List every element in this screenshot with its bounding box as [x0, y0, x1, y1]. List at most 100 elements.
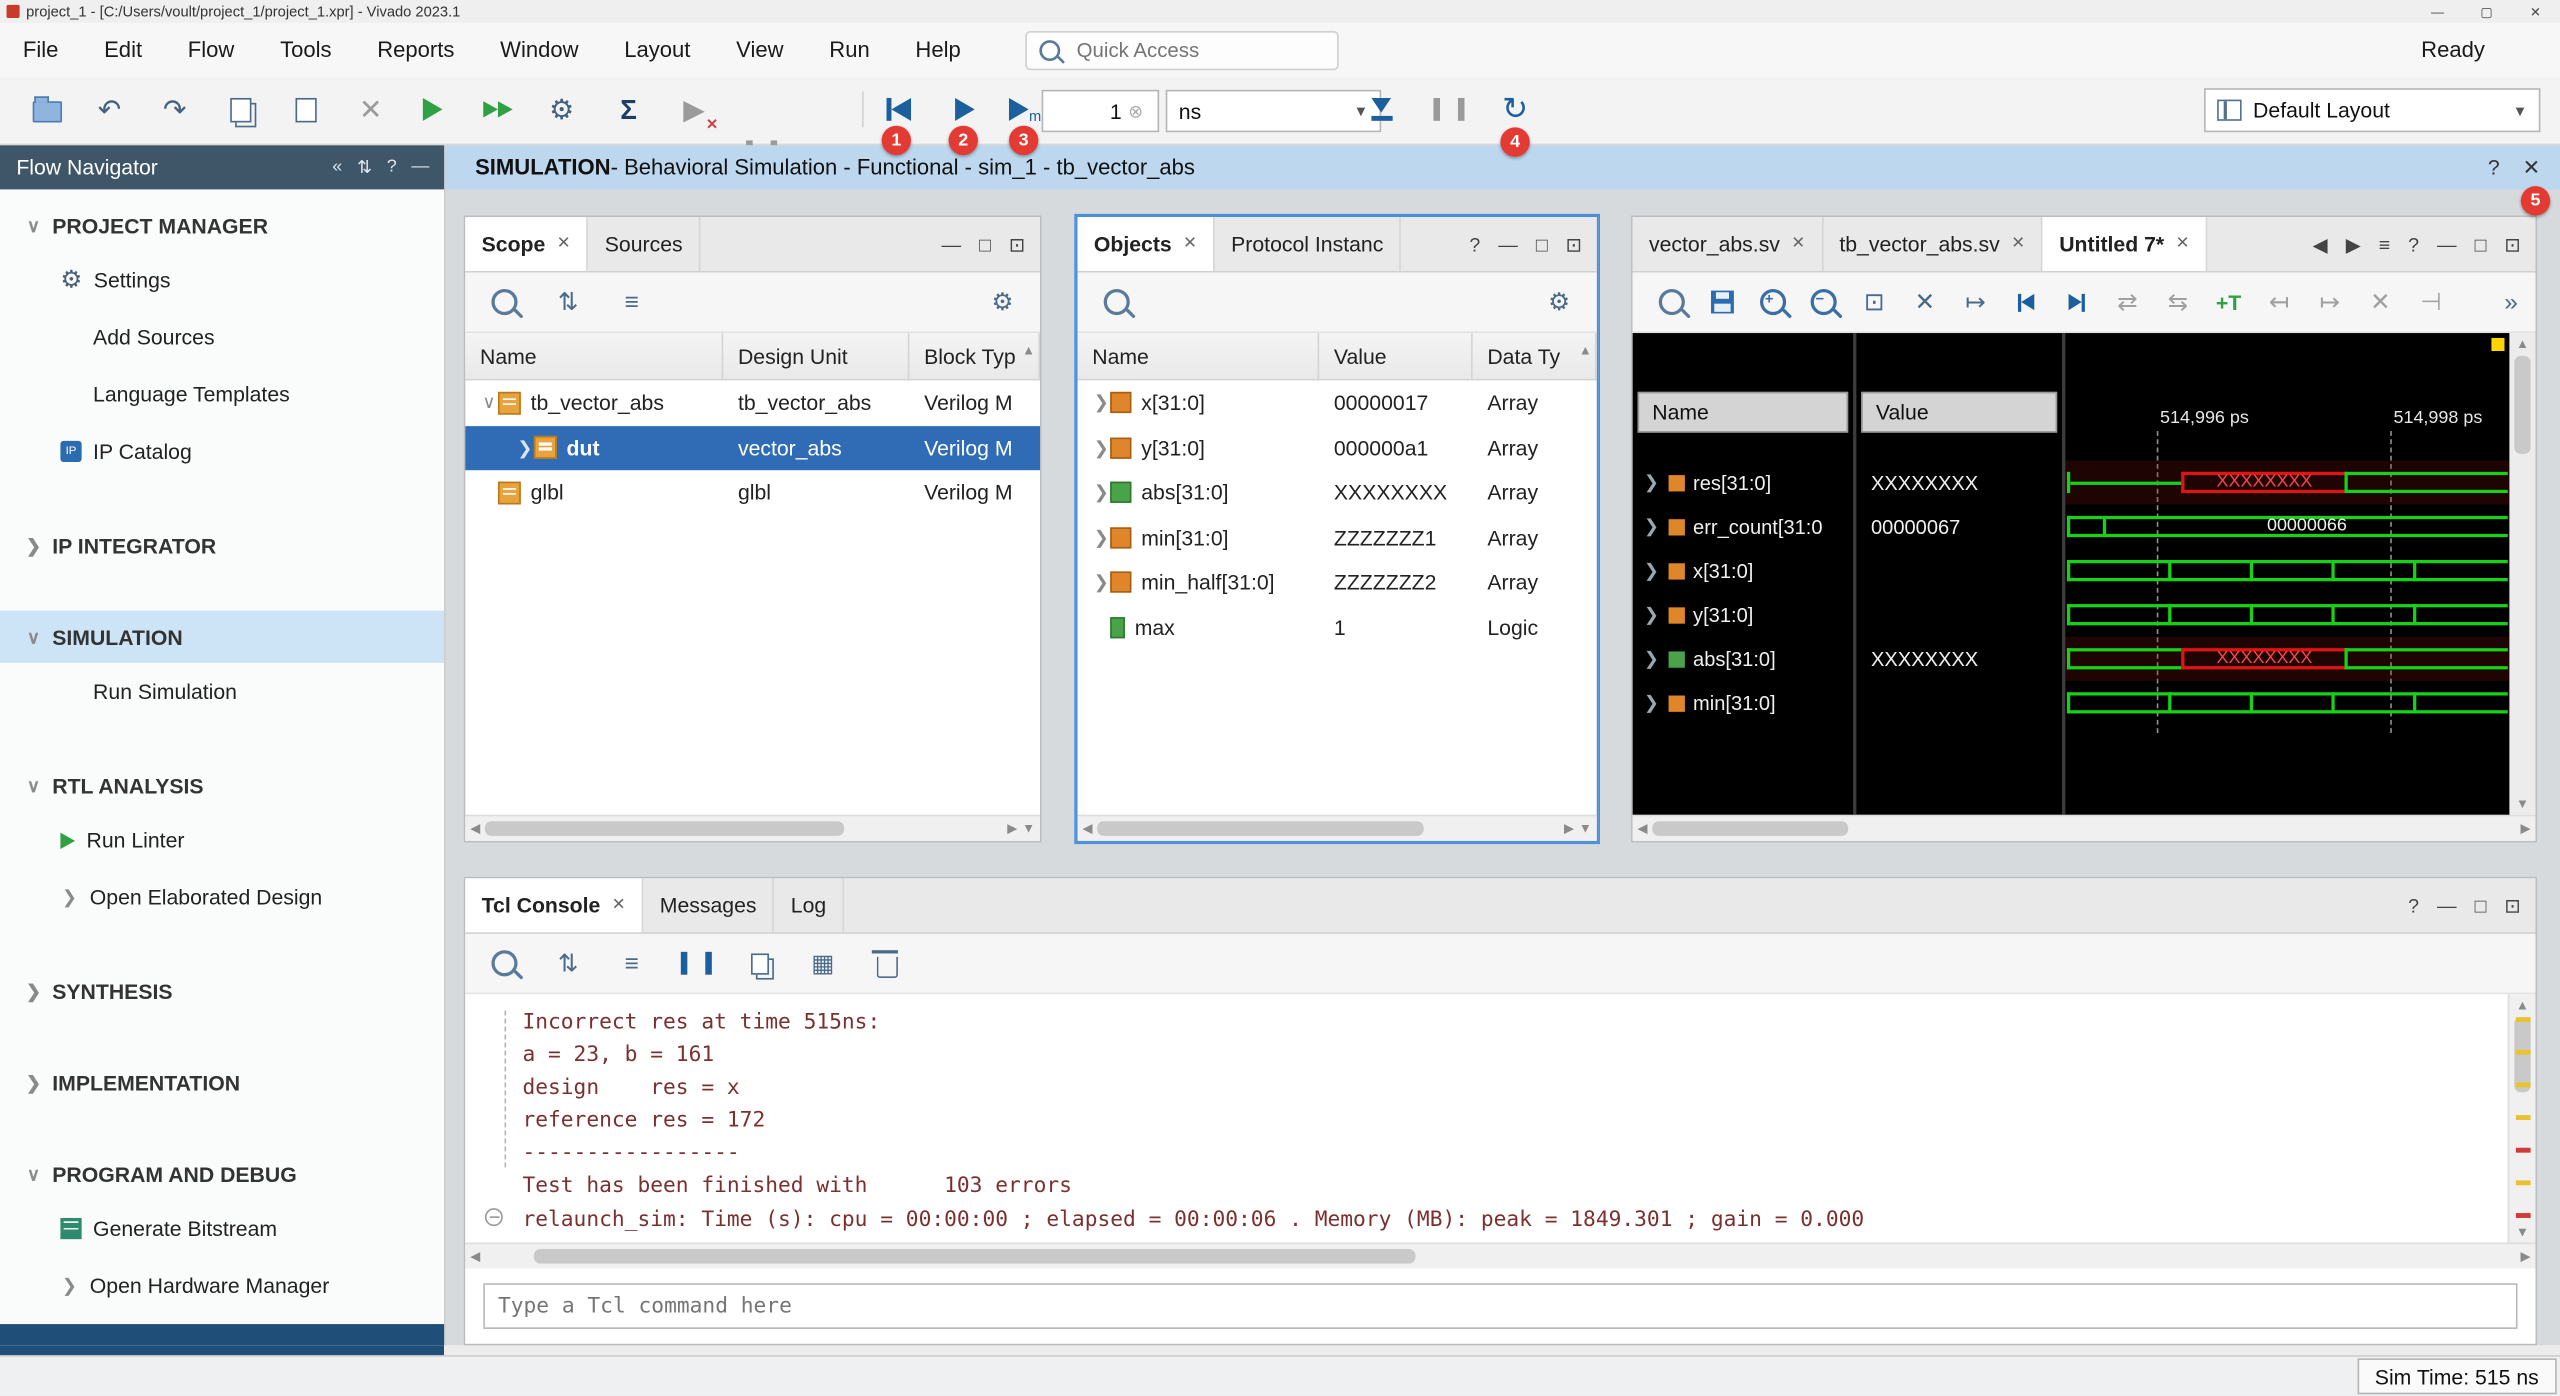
clear-field-icon[interactable]: ⊗ — [1128, 100, 1143, 121]
close-tab-icon[interactable]: ✕ — [2176, 235, 2190, 253]
collapse-all-icon[interactable]: ⇅ — [550, 945, 586, 981]
wave-row-x[interactable]: ❯x[31:0] — [1633, 549, 1853, 593]
tab-scope[interactable]: Scope ✕ — [465, 217, 588, 271]
chevron-right-icon[interactable]: ❯ — [1642, 560, 1660, 581]
wave-value-header[interactable]: Value — [1861, 392, 2057, 433]
copy-button[interactable] — [220, 88, 259, 130]
console-horizontal-scrollbar[interactable]: ◀ ▶ — [465, 1242, 2535, 1268]
expand-collapse-icon[interactable]: ⇅ — [357, 157, 372, 178]
scroll-right-icon[interactable]: ▶ — [1564, 821, 1574, 836]
scroll-up-icon[interactable]: ▲ — [2518, 998, 2526, 1013]
tab-sources[interactable]: Sources — [588, 217, 700, 271]
menu-view[interactable]: View — [713, 23, 806, 77]
close-tab-icon[interactable]: ✕ — [1791, 235, 1805, 253]
chevron-right-icon[interactable]: ❯ — [1092, 437, 1110, 458]
scroll-left-icon[interactable]: ◀ — [470, 1249, 480, 1264]
close-tab-icon[interactable]: ✕ — [612, 896, 626, 914]
scroll-thumb[interactable] — [2514, 356, 2530, 454]
sidebar-item-open-elaborated-design[interactable]: ❯ Open Elaborated Design — [0, 869, 444, 926]
menu-window[interactable]: Window — [477, 23, 601, 77]
chevron-right-icon[interactable]: ❯ — [1642, 648, 1660, 669]
table-row-dut-selected[interactable]: ❯dut vector_abs Verilog M — [465, 425, 1040, 470]
run-steps-button[interactable] — [478, 88, 517, 130]
tab-untitled-7[interactable]: Untitled 7* ✕ — [2043, 217, 2207, 271]
close-tab-icon[interactable]: ✕ — [1183, 235, 1197, 253]
wave-plot-area[interactable]: 514,996 ps 514,998 ps XXXXXXXX — [2065, 333, 2509, 815]
scroll-down-icon[interactable]: ▼ — [2516, 797, 2529, 812]
expand-all-icon[interactable]: ≡ — [614, 945, 650, 981]
chevron-right-icon[interactable]: ❯ — [1092, 572, 1110, 593]
wave-horizontal-scrollbar[interactable]: ◀ ▶ — [1633, 815, 2536, 841]
help-icon[interactable]: ? — [1469, 233, 1480, 256]
chevron-right-icon[interactable]: ❯ — [1642, 604, 1660, 625]
settings-toolbar-button[interactable]: ⚙ — [542, 88, 581, 130]
redo-button[interactable]: ↷ — [155, 88, 194, 130]
restart-button[interactable]: ↻ — [1496, 88, 1535, 130]
minimize-panel-icon[interactable]: — — [411, 157, 429, 178]
copy-output-icon[interactable] — [741, 945, 777, 981]
maximize-panel-icon[interactable]: □ — [979, 233, 991, 256]
fold-toggle-icon[interactable] — [485, 1208, 503, 1226]
scope-horizontal-scrollbar[interactable]: ◀ ▶ ▼ — [465, 815, 1040, 841]
quick-access-search[interactable] — [1026, 30, 1339, 69]
chevron-right-icon[interactable]: ❯ — [1092, 482, 1110, 503]
chevron-right-icon[interactable]: ❯ — [1642, 692, 1660, 713]
report-button[interactable]: Σ — [609, 88, 648, 130]
menu-edit[interactable]: Edit — [81, 23, 165, 77]
panel-settings-gear-icon[interactable]: ⚙ — [1541, 284, 1577, 320]
help-icon[interactable]: ? — [2488, 154, 2500, 180]
minimize-window-button[interactable]: — — [2413, 0, 2462, 23]
search-icon[interactable] — [1654, 284, 1690, 320]
menu-layout[interactable]: Layout — [601, 23, 713, 77]
object-row-min[interactable]: ❯min[31:0] ZZZZZZZ1 Array — [1078, 515, 1597, 560]
object-row-min-half[interactable]: ❯min_half[31:0] ZZZZZZZ2 Array — [1078, 560, 1597, 605]
help-icon[interactable]: ? — [2408, 894, 2419, 917]
scroll-left-icon[interactable]: ◀ — [1638, 821, 1648, 836]
sidebar-section-synthesis[interactable]: ❯ SYNTHESIS — [0, 965, 444, 1017]
sidebar-section-project-manager[interactable]: ∨ PROJECT MANAGER — [0, 199, 444, 251]
tab-log[interactable]: Log — [774, 878, 844, 932]
column-value[interactable]: Value — [1319, 333, 1472, 379]
scroll-right-icon[interactable]: ▶ — [2521, 821, 2531, 836]
menu-run[interactable]: Run — [806, 23, 892, 77]
minimize-panel-icon[interactable]: — — [2437, 894, 2457, 917]
sidebar-section-rtl-analysis[interactable]: ∨ RTL ANALYSIS — [0, 759, 444, 811]
help-icon[interactable]: ? — [387, 157, 397, 178]
search-icon[interactable] — [487, 284, 523, 320]
run-all-button[interactable] — [945, 88, 984, 130]
console-output[interactable]: Incorrect res at time 515ns: a = 23, b =… — [465, 994, 2535, 1242]
close-tab-icon[interactable]: ✕ — [557, 235, 571, 253]
scroll-up-icon[interactable]: ▲ — [1579, 343, 1592, 358]
tab-tb-vector-abs-sv[interactable]: tb_vector_abs.sv ✕ — [1823, 217, 2043, 271]
object-row-y[interactable]: ❯y[31:0] 000000a1 Array — [1078, 425, 1597, 470]
chevron-right-icon[interactable]: ❯ — [1092, 527, 1110, 548]
layout-selector[interactable]: Default Layout ▼ — [2204, 88, 2540, 132]
sim-time-input[interactable] — [1043, 97, 1125, 125]
sidebar-item-settings[interactable]: ⚙ Settings — [0, 251, 444, 308]
close-simulation-icon[interactable]: ✕ — [2523, 154, 2541, 180]
sim-time-field[interactable]: ⊗ — [1042, 90, 1160, 132]
menu-tools[interactable]: Tools — [257, 23, 354, 77]
scroll-thumb[interactable] — [1097, 821, 1424, 836]
run-button[interactable] — [413, 88, 452, 130]
zoom-in-icon[interactable]: + — [1755, 284, 1791, 320]
tab-protocol-instances[interactable]: Protocol Instanc — [1215, 217, 1401, 271]
column-block-type[interactable]: Block Typ — [909, 333, 1040, 379]
sidebar-item-add-sources[interactable]: Add Sources — [0, 309, 444, 366]
expand-all-icon[interactable]: ≡ — [614, 284, 650, 320]
chevron-right-icon[interactable]: ❯ — [1642, 516, 1660, 537]
restart-simulation-button[interactable] — [878, 88, 917, 130]
run-for-time-button[interactable]: m — [1006, 88, 1045, 130]
wave-row-err-count[interactable]: ❯err_count[31:0 — [1633, 504, 1853, 548]
chevron-right-icon[interactable]: ❯ — [516, 437, 534, 458]
prev-tab-icon[interactable]: ◀ — [2313, 233, 2328, 256]
float-panel-icon[interactable]: ⊡ — [1009, 233, 1025, 256]
pause-output-icon[interactable] — [678, 945, 714, 981]
scroll-up-icon[interactable]: ▲ — [1022, 343, 1035, 358]
tab-messages[interactable]: Messages — [643, 878, 774, 932]
scroll-thumb[interactable] — [534, 1249, 1416, 1264]
tab-list-icon[interactable]: ≡ — [2379, 233, 2390, 256]
sidebar-section-simulation[interactable]: ∨ SIMULATION — [0, 611, 444, 663]
float-panel-icon[interactable]: ⊡ — [2504, 233, 2520, 256]
sidebar-section-program-and-debug[interactable]: ∨ PROGRAM AND DEBUG — [0, 1148, 444, 1200]
